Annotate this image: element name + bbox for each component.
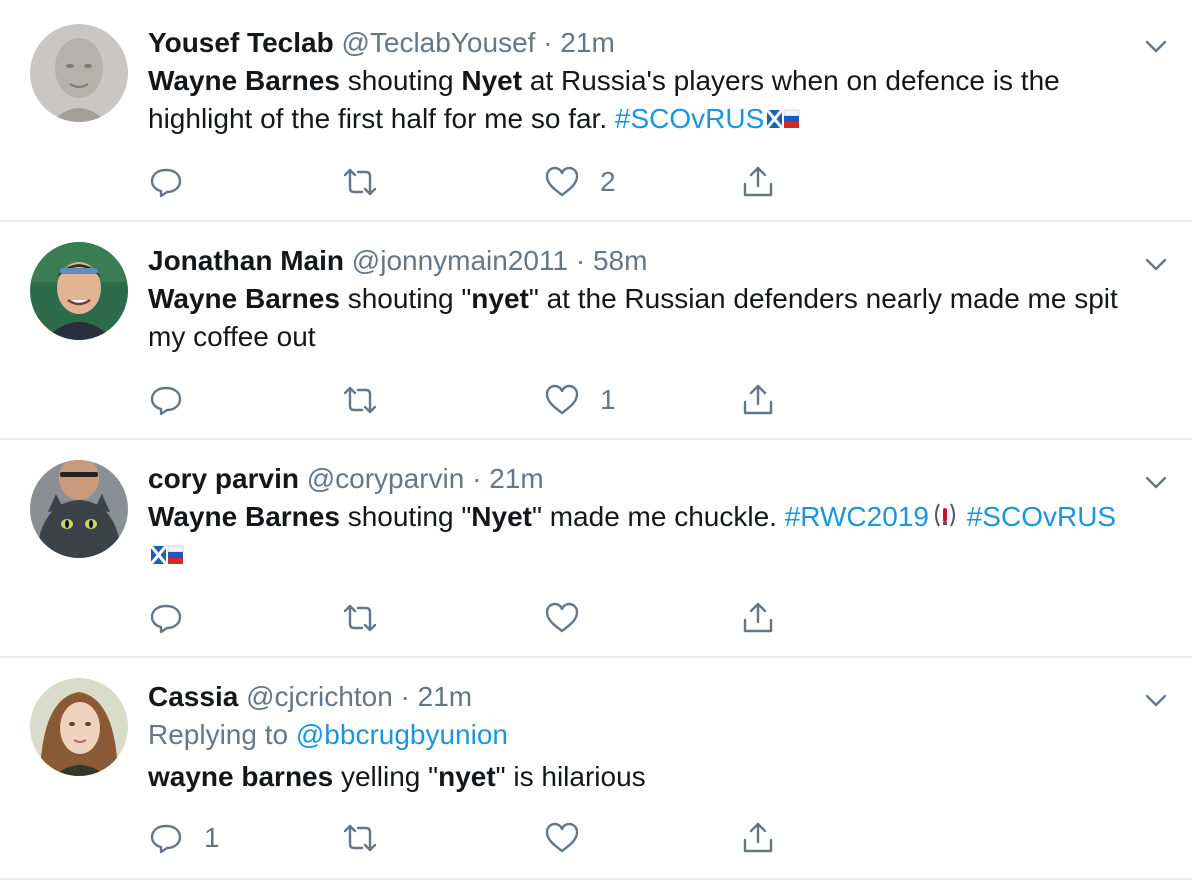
- author-name[interactable]: cory parvin: [148, 463, 299, 494]
- author-name[interactable]: Yousef Teclab: [148, 27, 334, 58]
- heart-icon: [545, 822, 579, 853]
- heart-icon: [545, 602, 579, 633]
- retweet-button[interactable]: [342, 818, 398, 858]
- hashtag-link[interactable]: #SCOvRUS: [959, 501, 1116, 532]
- tweet-feed: Yousef Teclab @TeclabYousef · 21m Wayne …: [0, 0, 1192, 884]
- rugby-world-cup-icon: [934, 503, 955, 527]
- emoji: [148, 539, 184, 570]
- bold-text: Wayne Barnes: [148, 283, 340, 314]
- separator-dot: ·: [543, 27, 553, 58]
- author-handle[interactable]: @TeclabYousef: [341, 27, 535, 58]
- tweet[interactable]: Jonathan Main @jonnymain2011 · 58m Wayne…: [0, 222, 1192, 440]
- emoji: [929, 501, 959, 532]
- reply-count: 1: [204, 822, 220, 853]
- author-name[interactable]: Cassia: [148, 681, 238, 712]
- retweet-button[interactable]: [342, 598, 398, 638]
- body-text: shouting: [339, 65, 462, 96]
- body-text: yelling ": [333, 761, 439, 792]
- heart-icon: [545, 384, 579, 415]
- emoji: [764, 103, 800, 134]
- chevron-down-icon[interactable]: [1142, 250, 1170, 278]
- bold-text: nyet: [471, 283, 529, 314]
- body-text: shouting ": [339, 283, 472, 314]
- tweet-header: Jonathan Main @jonnymain2011 · 58m: [148, 242, 1152, 280]
- share-button[interactable]: [740, 598, 776, 638]
- like-button[interactable]: 1: [544, 380, 616, 420]
- retweet-icon: [343, 604, 377, 632]
- share-icon: [743, 166, 773, 197]
- reply-button[interactable]: 1: [148, 818, 220, 858]
- reply-button[interactable]: [148, 380, 204, 420]
- bold-text: Wayne Barnes: [148, 65, 340, 96]
- tweet-body: Wayne Barnes shouting Nyet at Russia's p…: [148, 62, 1152, 138]
- flag-emoji-icon: [766, 109, 800, 129]
- tweet-header: Yousef Teclab @TeclabYousef · 21m: [148, 24, 1152, 62]
- author-name[interactable]: Jonathan Main: [148, 245, 344, 276]
- like-count: 2: [600, 166, 616, 197]
- share-button[interactable]: [740, 380, 776, 420]
- replying-to: Replying to @bbcrugbyunion: [148, 716, 1152, 754]
- share-icon: [743, 822, 773, 853]
- bold-text: Wayne Barnes: [148, 501, 340, 532]
- chevron-down-icon[interactable]: [1142, 32, 1170, 60]
- retweet-icon: [343, 168, 377, 196]
- reply-button[interactable]: [148, 598, 204, 638]
- bold-text: nyet: [438, 761, 496, 792]
- retweet-icon: [343, 824, 377, 852]
- avatar[interactable]: [30, 460, 128, 558]
- avatar[interactable]: [30, 24, 128, 122]
- avatar[interactable]: [30, 242, 128, 340]
- tweet-body: Wayne Barnes shouting "nyet" at the Russ…: [148, 280, 1152, 356]
- author-handle[interactable]: @cjcrichton: [246, 681, 393, 712]
- retweet-button[interactable]: [342, 162, 398, 202]
- timestamp[interactable]: 21m: [418, 681, 472, 712]
- tweet-header: Cassia @cjcrichton · 21m: [148, 678, 1152, 716]
- chevron-down-icon[interactable]: [1142, 468, 1170, 496]
- author-handle[interactable]: @coryparvin: [307, 463, 465, 494]
- tweet[interactable]: Yousef Teclab @TeclabYousef · 21m Wayne …: [0, 0, 1192, 222]
- tweet-header: cory parvin @coryparvin · 21m: [148, 460, 1152, 498]
- avatar[interactable]: [30, 678, 128, 776]
- hashtag-link[interactable]: #RWC2019: [785, 501, 929, 532]
- tweet-body: wayne barnes yelling "nyet" is hilarious: [148, 758, 1152, 796]
- separator-dot: ·: [472, 463, 482, 494]
- like-button[interactable]: [544, 598, 600, 638]
- share-button[interactable]: [740, 162, 776, 202]
- like-button[interactable]: [544, 818, 600, 858]
- reply-icon: [150, 604, 182, 634]
- heart-icon: [545, 166, 579, 197]
- timestamp[interactable]: 58m: [593, 245, 647, 276]
- separator-dot: ·: [575, 245, 586, 276]
- reply-icon: [150, 168, 182, 198]
- reply-icon: [150, 824, 182, 854]
- separator-dot: ·: [400, 681, 410, 712]
- like-button[interactable]: 2: [544, 162, 616, 202]
- author-handle[interactable]: @jonnymain2011: [352, 245, 568, 276]
- timestamp[interactable]: 21m: [489, 463, 543, 494]
- body-text: " made me chuckle.: [532, 501, 785, 532]
- chevron-down-icon[interactable]: [1142, 686, 1170, 714]
- bold-text: wayne barnes: [148, 761, 334, 792]
- replying-prefix: Replying to: [148, 719, 296, 750]
- share-icon: [743, 602, 773, 633]
- hashtag-link[interactable]: #SCOvRUS: [615, 103, 764, 134]
- timestamp[interactable]: 21m: [560, 27, 614, 58]
- retweet-icon: [343, 386, 377, 414]
- tweet[interactable]: cory parvin @coryparvin · 21m Wayne Barn…: [0, 440, 1192, 658]
- flag-emoji-icon: [150, 545, 184, 565]
- share-icon: [743, 384, 773, 415]
- bold-text: Nyet: [471, 501, 532, 532]
- tweet-body: Wayne Barnes shouting "Nyet" made me chu…: [148, 498, 1152, 574]
- body-text: shouting ": [339, 501, 472, 532]
- bold-text: Nyet: [461, 65, 523, 96]
- share-button[interactable]: [740, 818, 776, 858]
- mention-link[interactable]: @bbcrugbyunion: [296, 719, 508, 750]
- body-text: " is hilarious: [495, 761, 646, 792]
- like-count: 1: [600, 384, 616, 415]
- tweet[interactable]: Cassia @cjcrichton · 21m Replying to @bb…: [0, 658, 1192, 880]
- reply-icon: [150, 386, 182, 416]
- reply-button[interactable]: [148, 162, 204, 202]
- retweet-button[interactable]: [342, 380, 398, 420]
